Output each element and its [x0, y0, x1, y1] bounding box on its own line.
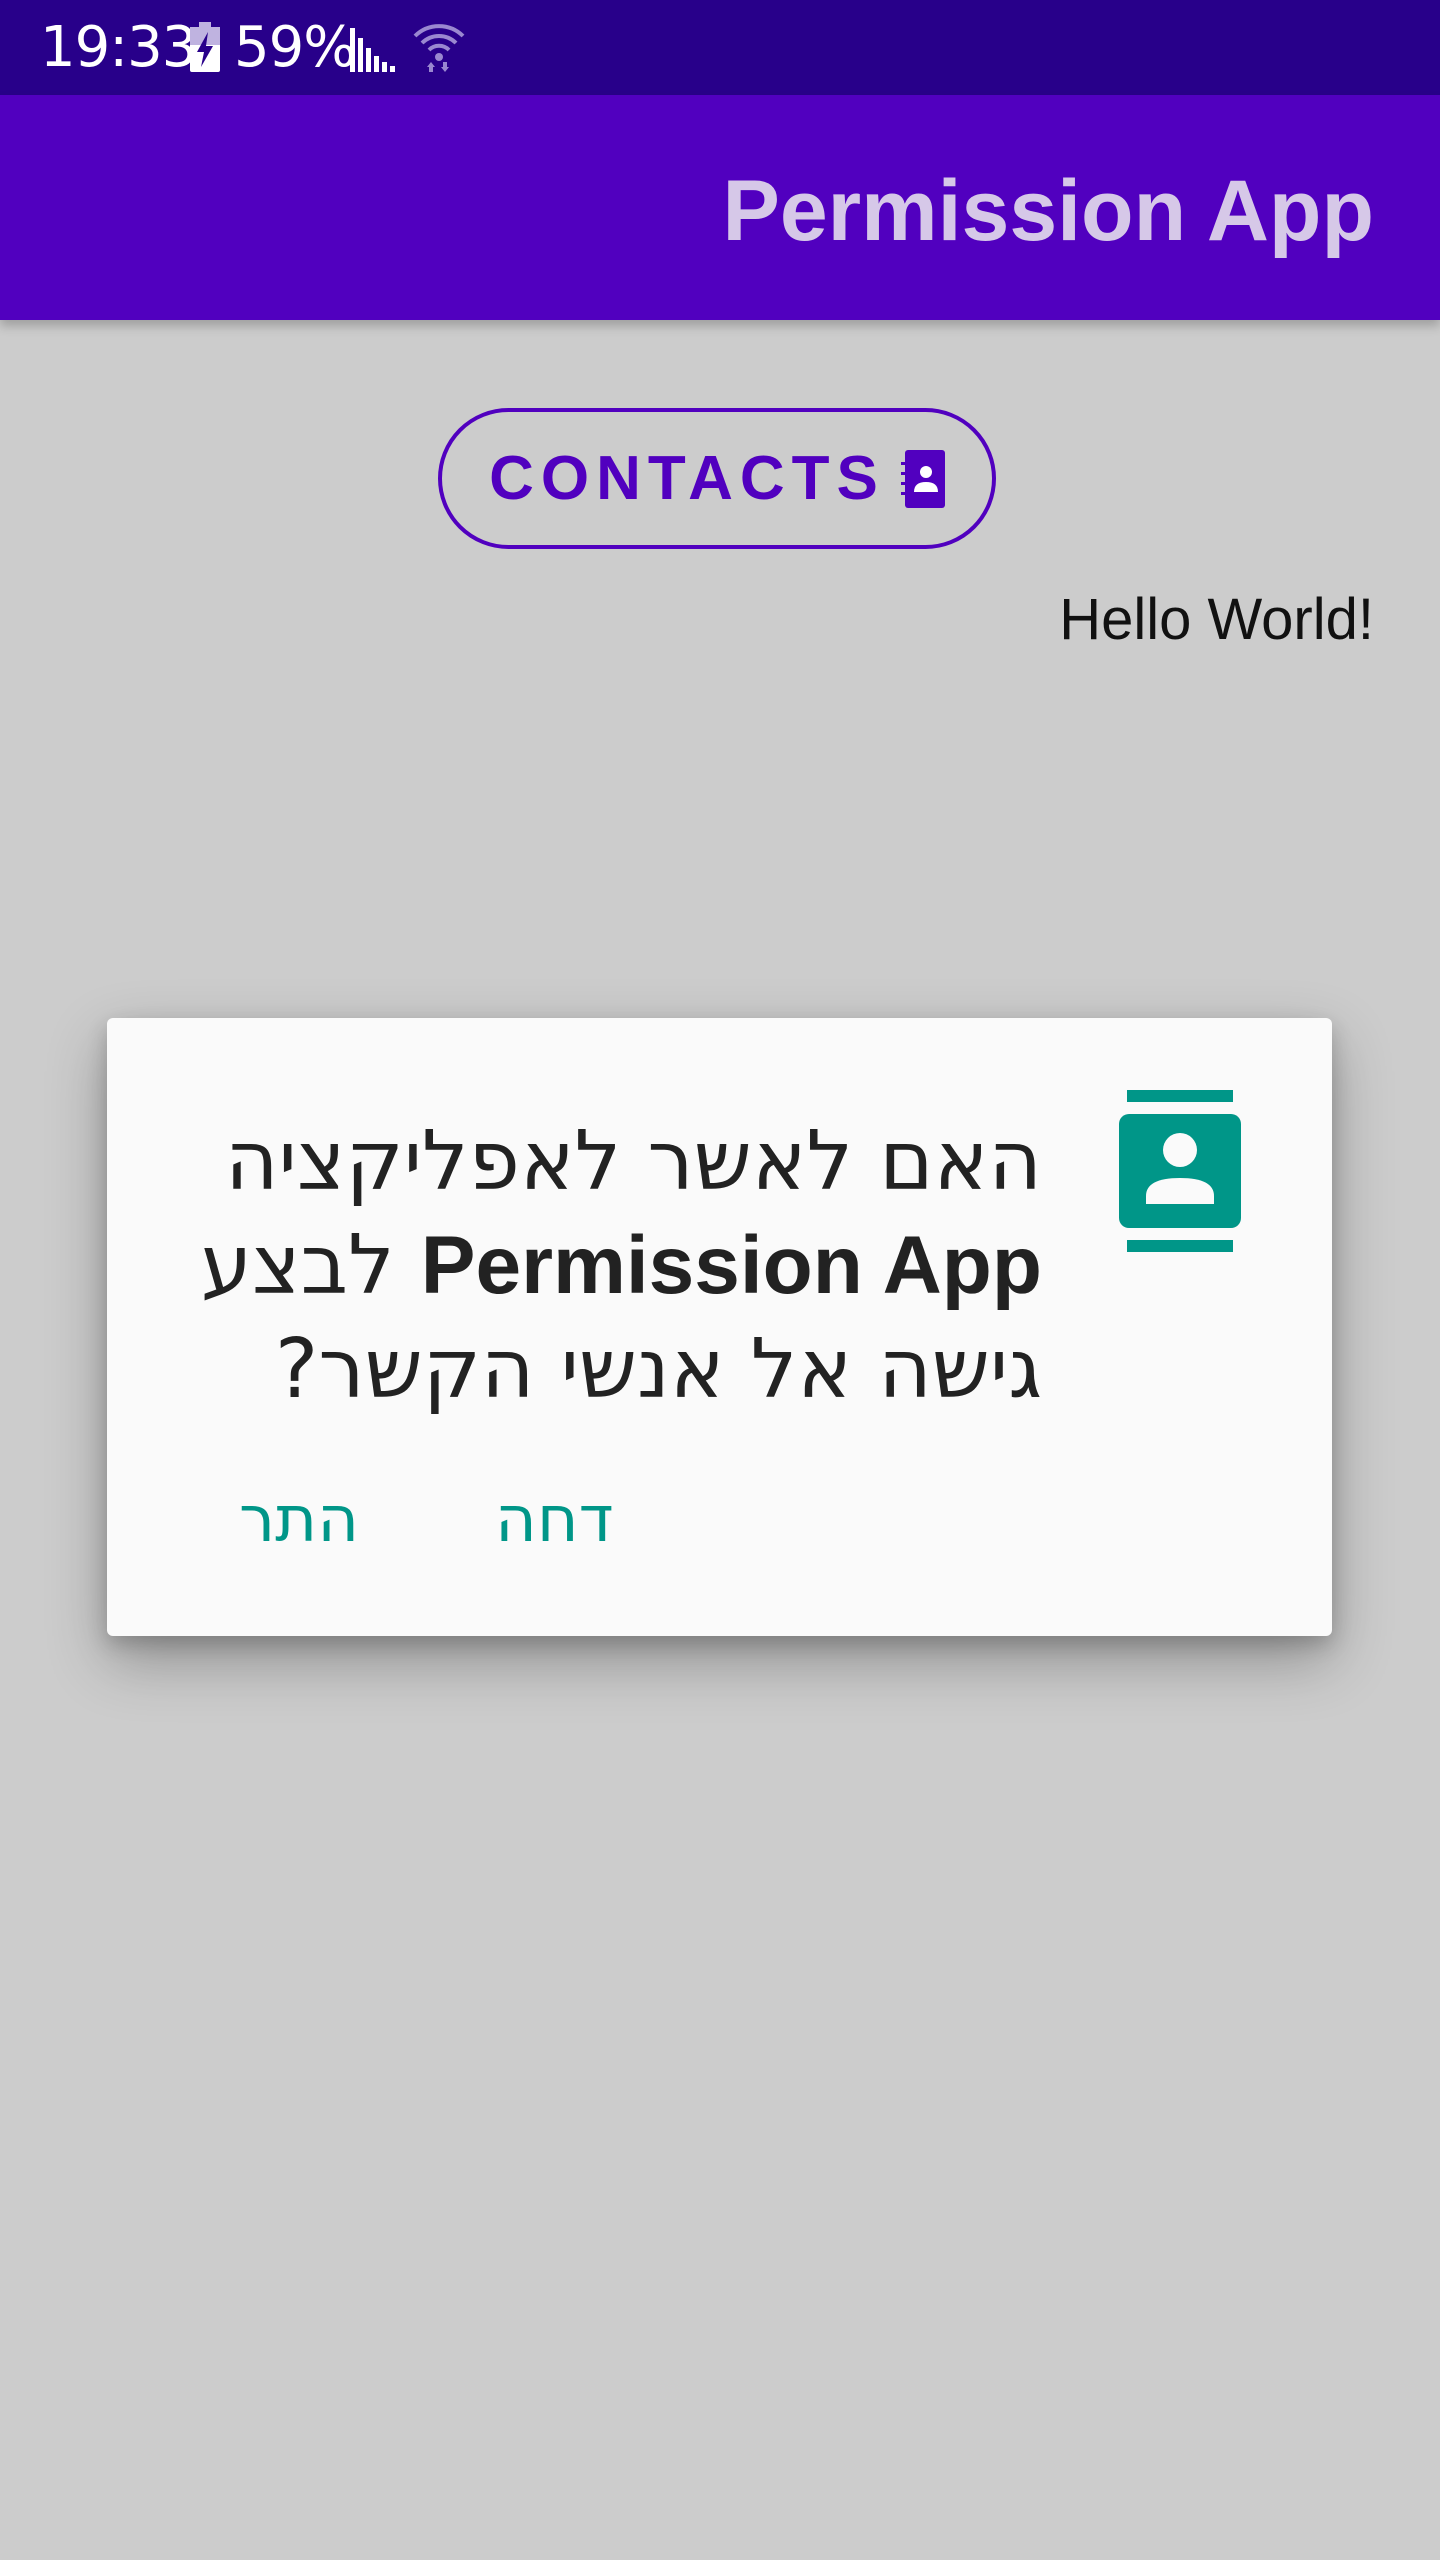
app-bar: Permission App: [0, 95, 1440, 320]
contacts-button-label: CONTACTS: [489, 444, 885, 513]
app-title: Permission App: [722, 163, 1374, 259]
allow-button[interactable]: התר: [239, 1480, 359, 1560]
contacts-book-icon: [900, 449, 945, 508]
status-bar: 19:33 59%: [0, 0, 1440, 95]
contact-card-icon: [1119, 1090, 1241, 1252]
status-time: 19:33: [40, 15, 197, 80]
deny-button[interactable]: דחה: [495, 1480, 614, 1560]
dialog-message: האם לאשר לאפליקציה Permission App לבצע ג…: [182, 1110, 1042, 1422]
permission-dialog: האם לאשר לאפליקציה Permission App לבצע ג…: [107, 1018, 1332, 1636]
wifi-icon: [413, 24, 465, 72]
battery-charging-icon: [190, 22, 220, 72]
dialog-message-prefix: האם לאשר לאפליקציה: [224, 1114, 1042, 1209]
hello-world-text: Hello World!: [1059, 587, 1374, 652]
contacts-button[interactable]: CONTACTS: [438, 408, 996, 549]
signal-icon: [350, 28, 395, 72]
battery-percent: 59%: [234, 15, 356, 80]
dialog-app-name: Permission App: [420, 1220, 1042, 1311]
